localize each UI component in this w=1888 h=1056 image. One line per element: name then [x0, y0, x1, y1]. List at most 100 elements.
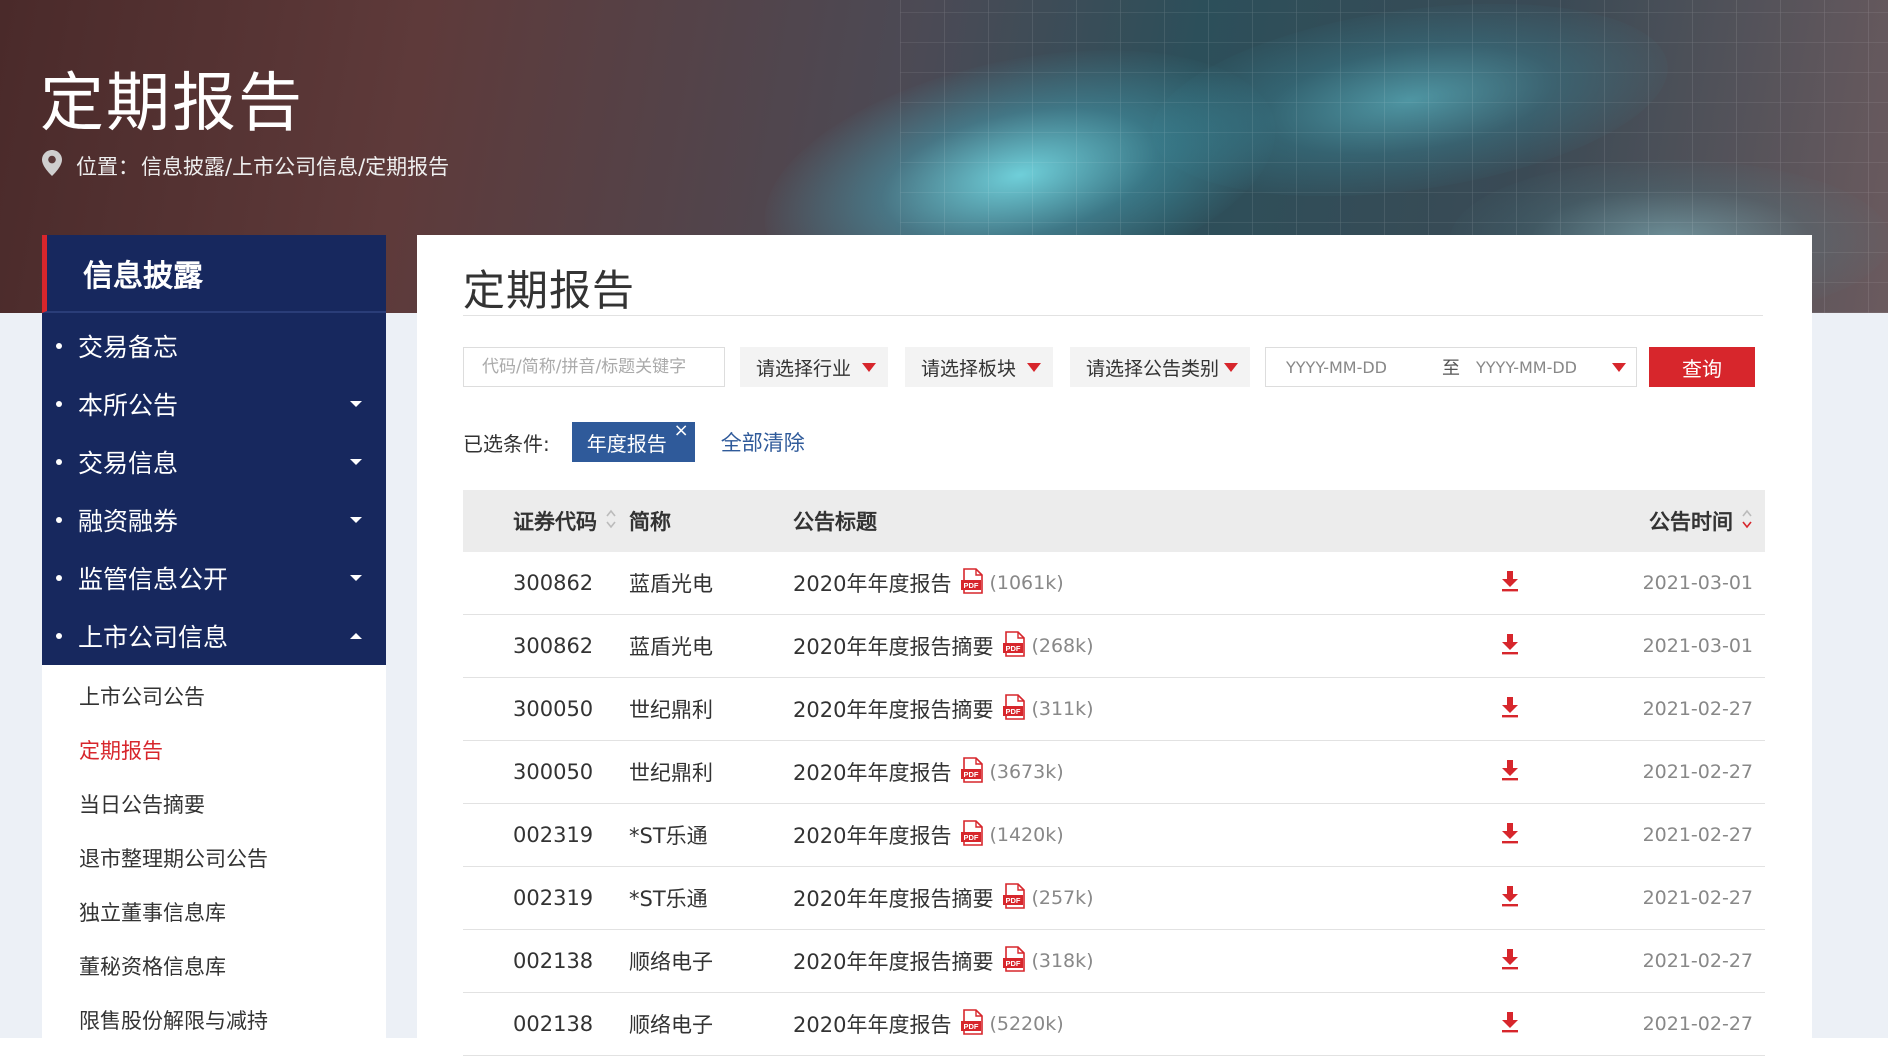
download-arrow-icon[interactable] [1500, 633, 1520, 660]
cell-date: 2021-02-27 [1642, 950, 1753, 972]
sidebar-item-label: 交易备忘 [78, 333, 179, 362]
sidebar-item-label: 交易信息 [78, 449, 179, 478]
pdf-file-icon[interactable]: PDF [961, 1008, 985, 1040]
file-size: (268k) [1031, 635, 1094, 657]
download-arrow-icon[interactable] [1500, 1011, 1520, 1038]
file-size: (1420k) [989, 824, 1064, 846]
cell-name: 蓝盾光电 [629, 635, 713, 659]
file-size: (318k) [1031, 950, 1094, 972]
pdf-file-icon[interactable]: PDF [1003, 945, 1027, 977]
sidebar-item-trading-memo[interactable]: 交易备忘 [42, 317, 386, 375]
sidebar-item-trading-info[interactable]: 交易信息 [42, 433, 386, 491]
page-title: 定期报告 [463, 266, 636, 315]
cell-name: *ST乐通 [629, 824, 708, 848]
cell-name: 世纪鼎利 [629, 698, 713, 722]
sidebar-header: 信息披露 [42, 235, 386, 313]
submenu-item-independent-directors[interactable]: 独立董事信息库 [42, 885, 386, 939]
bullet-icon [56, 459, 62, 465]
breadcrumb-path[interactable]: 信息披露/上市公司信息/定期报告 [141, 151, 449, 181]
sort-updown-icon[interactable] [1741, 508, 1753, 535]
svg-text:PDF: PDF [1006, 707, 1021, 716]
sort-updown-icon[interactable] [605, 508, 617, 535]
date-range-separator: 至 [1442, 358, 1460, 379]
close-icon[interactable]: × [674, 420, 689, 441]
report-title-link[interactable]: 2020年年度报告 [793, 820, 951, 850]
cell-name: 顺络电子 [629, 1013, 713, 1037]
report-title-link[interactable]: 2020年年度报告摘要 [793, 883, 993, 913]
chevron-down-icon [350, 575, 362, 581]
svg-text:PDF: PDF [964, 833, 979, 842]
cell-download [1455, 759, 1565, 786]
keyword-search-input[interactable] [463, 347, 725, 387]
header-code[interactable]: 证券代码 [463, 506, 629, 536]
sidebar-item-listed-company-info[interactable]: 上市公司信息 [42, 607, 386, 665]
filter-bar: 请选择行业 请选择板块 请选择公告类别 YYYY-MM-DD 至 YYYY-MM… [463, 347, 1763, 387]
submenu-item-company-announcements[interactable]: 上市公司公告 [42, 669, 386, 723]
date-to-field[interactable]: YYYY-MM-DD [1476, 358, 1606, 377]
report-title-link[interactable]: 2020年年度报告摘要 [793, 946, 993, 976]
cell-download [1455, 633, 1565, 660]
date-range-picker[interactable]: YYYY-MM-DD 至 YYYY-MM-DD [1265, 347, 1637, 387]
pdf-file-icon[interactable]: PDF [1003, 693, 1027, 725]
submenu-item-board-secretaries[interactable]: 董秘资格信息库 [42, 939, 386, 993]
report-title-link[interactable]: 2020年年度报告摘要 [793, 631, 993, 661]
bullet-icon [56, 401, 62, 407]
cell-title: 2020年年度报告摘要 PDF (257k) [793, 882, 1455, 914]
sidebar-item-margin-trading[interactable]: 融资融券 [42, 491, 386, 549]
file-size: (5220k) [989, 1013, 1064, 1035]
condition-tag[interactable]: 年度报告 × [571, 420, 695, 462]
cell-code: 300050 [513, 697, 594, 721]
cell-download [1455, 948, 1565, 975]
report-title-link[interactable]: 2020年年度报告 [793, 568, 951, 598]
submenu-item-restricted-shares[interactable]: 限售股份解限与减持 [42, 993, 386, 1047]
submenu-item-daily-summary[interactable]: 当日公告摘要 [42, 777, 386, 831]
banner-title: 定期报告 [40, 67, 304, 141]
table-row: 300050 世纪鼎利 2020年年度报告摘要 PDF (311k) 2021-… [463, 678, 1765, 741]
download-arrow-icon[interactable] [1500, 948, 1520, 975]
triangle-down-icon [1027, 362, 1041, 372]
table-row: 002319 *ST乐通 2020年年度报告 PDF (1420k) 2021-… [463, 804, 1765, 867]
cell-title: 2020年年度报告摘要 PDF (318k) [793, 945, 1455, 977]
download-arrow-icon[interactable] [1500, 759, 1520, 786]
pdf-file-icon[interactable]: PDF [961, 819, 985, 851]
chevron-up-icon [350, 633, 362, 639]
table-row: 002319 *ST乐通 2020年年度报告摘要 PDF (257k) 2021… [463, 867, 1765, 930]
query-button[interactable]: 查询 [1649, 347, 1755, 387]
industry-select[interactable]: 请选择行业 [740, 347, 888, 387]
conditions-label: 已选条件: [463, 431, 550, 456]
date-from-field[interactable]: YYYY-MM-DD [1286, 358, 1416, 377]
download-arrow-icon[interactable] [1500, 885, 1520, 912]
report-title-link[interactable]: 2020年年度报告 [793, 1009, 951, 1039]
sidebar-item-label: 监管信息公开 [78, 565, 229, 594]
category-select[interactable]: 请选择公告类别 [1070, 347, 1250, 387]
sidebar-item-label: 本所公告 [78, 391, 179, 420]
download-arrow-icon[interactable] [1500, 822, 1520, 849]
submenu-item-periodic-reports[interactable]: 定期报告 [42, 723, 386, 777]
pdf-file-icon[interactable]: PDF [1003, 630, 1027, 662]
download-arrow-icon[interactable] [1500, 696, 1520, 723]
triangle-down-icon [1612, 362, 1626, 372]
sidebar-item-exchange-notices[interactable]: 本所公告 [42, 375, 386, 433]
file-size: (311k) [1031, 698, 1094, 720]
cell-name: 蓝盾光电 [629, 572, 713, 596]
header-date[interactable]: 公告时间 [1565, 506, 1765, 536]
cell-name: *ST乐通 [629, 887, 708, 911]
reports-table: 证券代码 简称 公告标题 公告时间 300862 蓝盾光电 2020年年度报告 … [463, 490, 1765, 1056]
pdf-file-icon[interactable]: PDF [961, 756, 985, 788]
chevron-down-icon [350, 517, 362, 523]
map-pin-icon [42, 150, 62, 181]
submenu-item-delisting-announcements[interactable]: 退市整理期公司公告 [42, 831, 386, 885]
pdf-file-icon[interactable]: PDF [1003, 882, 1027, 914]
header-name: 简称 [629, 510, 671, 534]
bullet-icon [56, 633, 62, 639]
report-title-link[interactable]: 2020年年度报告摘要 [793, 694, 993, 724]
main-panel: 定期报告 请选择行业 请选择板块 请选择公告类别 YYYY-MM-DD 至 YY… [417, 235, 1812, 1056]
cell-title: 2020年年度报告摘要 PDF (311k) [793, 693, 1455, 725]
download-arrow-icon[interactable] [1500, 570, 1520, 597]
board-select[interactable]: 请选择板块 [905, 347, 1053, 387]
report-title-link[interactable]: 2020年年度报告 [793, 757, 951, 787]
clear-all-link[interactable]: 全部清除 [721, 427, 805, 457]
sidebar-item-regulatory-info[interactable]: 监管信息公开 [42, 549, 386, 607]
board-select-value: 请选择板块 [921, 357, 1017, 380]
pdf-file-icon[interactable]: PDF [961, 567, 985, 599]
